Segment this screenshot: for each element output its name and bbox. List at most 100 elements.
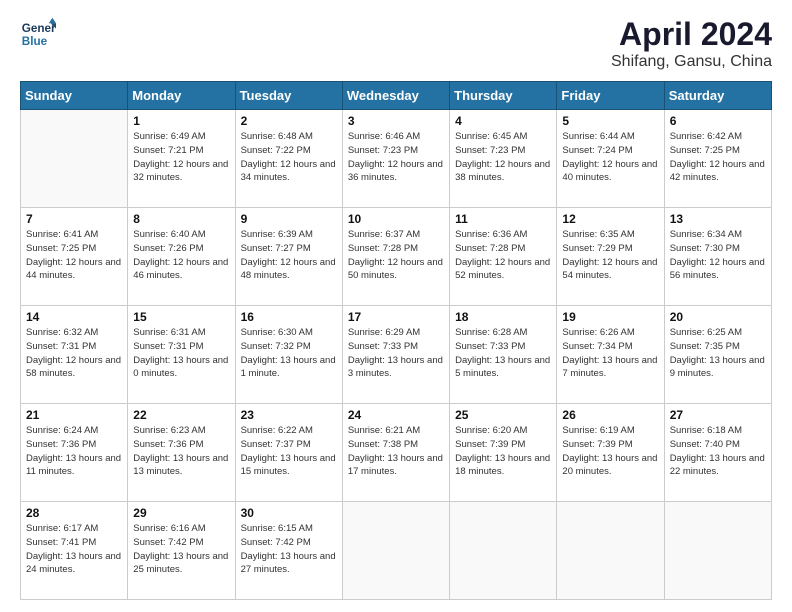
- day-info: Sunrise: 6:26 AM Sunset: 7:34 PM Dayligh…: [562, 326, 658, 381]
- calendar-week-5: 28 Sunrise: 6:17 AM Sunset: 7:41 PM Dayli…: [21, 502, 772, 600]
- day-number: 16: [241, 310, 337, 324]
- day-info: Sunrise: 6:24 AM Sunset: 7:36 PM Dayligh…: [26, 424, 122, 479]
- calendar-day: 8 Sunrise: 6:40 AM Sunset: 7:26 PM Daylig…: [128, 208, 235, 306]
- day-number: 24: [348, 408, 444, 422]
- calendar-day: 30 Sunrise: 6:15 AM Sunset: 7:42 PM Dayli…: [235, 502, 342, 600]
- day-header-tuesday: Tuesday: [235, 82, 342, 110]
- day-info: Sunrise: 6:44 AM Sunset: 7:24 PM Dayligh…: [562, 130, 658, 185]
- day-info: Sunrise: 6:34 AM Sunset: 7:30 PM Dayligh…: [670, 228, 766, 283]
- calendar-day: 21 Sunrise: 6:24 AM Sunset: 7:36 PM Dayli…: [21, 404, 128, 502]
- calendar-day: 7 Sunrise: 6:41 AM Sunset: 7:25 PM Daylig…: [21, 208, 128, 306]
- day-number: 12: [562, 212, 658, 226]
- day-info: Sunrise: 6:40 AM Sunset: 7:26 PM Dayligh…: [133, 228, 229, 283]
- day-number: 18: [455, 310, 551, 324]
- calendar-day: 16Sunrise: 6:30 AM Sunset: 7:32 PM Dayli…: [235, 306, 342, 404]
- calendar-week-2: 7 Sunrise: 6:41 AM Sunset: 7:25 PM Daylig…: [21, 208, 772, 306]
- day-number: 23: [241, 408, 337, 422]
- calendar-day: 22Sunrise: 6:23 AM Sunset: 7:36 PM Dayli…: [128, 404, 235, 502]
- day-number: 14: [26, 310, 122, 324]
- day-number: 19: [562, 310, 658, 324]
- day-info: Sunrise: 6:22 AM Sunset: 7:37 PM Dayligh…: [241, 424, 337, 479]
- day-info: Sunrise: 6:25 AM Sunset: 7:35 PM Dayligh…: [670, 326, 766, 381]
- calendar-week-4: 21 Sunrise: 6:24 AM Sunset: 7:36 PM Dayli…: [21, 404, 772, 502]
- day-number: 15: [133, 310, 229, 324]
- calendar-day: 19 Sunrise: 6:26 AM Sunset: 7:34 PM Dayli…: [557, 306, 664, 404]
- day-number: 8: [133, 212, 229, 226]
- day-number: 11: [455, 212, 551, 226]
- calendar-day: 20 Sunrise: 6:25 AM Sunset: 7:35 PM Dayli…: [664, 306, 771, 404]
- day-number: 17: [348, 310, 444, 324]
- day-number: 4: [455, 114, 551, 128]
- day-info: Sunrise: 6:17 AM Sunset: 7:41 PM Dayligh…: [26, 522, 122, 577]
- day-info: Sunrise: 6:41 AM Sunset: 7:25 PM Dayligh…: [26, 228, 122, 283]
- day-info: Sunrise: 6:18 AM Sunset: 7:40 PM Dayligh…: [670, 424, 766, 479]
- main-title: April 2024: [611, 16, 772, 53]
- calendar-day: [557, 502, 664, 600]
- calendar-header-row: SundayMondayTuesdayWednesdayThursdayFrid…: [21, 82, 772, 110]
- day-number: 21: [26, 408, 122, 422]
- day-info: Sunrise: 6:28 AM Sunset: 7:33 PM Dayligh…: [455, 326, 551, 381]
- day-info: Sunrise: 6:21 AM Sunset: 7:38 PM Dayligh…: [348, 424, 444, 479]
- day-header-saturday: Saturday: [664, 82, 771, 110]
- day-info: Sunrise: 6:31 AM Sunset: 7:31 PM Dayligh…: [133, 326, 229, 381]
- day-info: Sunrise: 6:46 AM Sunset: 7:23 PM Dayligh…: [348, 130, 444, 185]
- day-info: Sunrise: 6:16 AM Sunset: 7:42 PM Dayligh…: [133, 522, 229, 577]
- calendar-day: 24 Sunrise: 6:21 AM Sunset: 7:38 PM Dayli…: [342, 404, 449, 502]
- day-number: 20: [670, 310, 766, 324]
- calendar-day: 29 Sunrise: 6:16 AM Sunset: 7:42 PM Dayli…: [128, 502, 235, 600]
- calendar-day: 15 Sunrise: 6:31 AM Sunset: 7:31 PM Dayli…: [128, 306, 235, 404]
- day-info: Sunrise: 6:49 AM Sunset: 7:21 PM Dayligh…: [133, 130, 229, 185]
- calendar-day: 25 Sunrise: 6:20 AM Sunset: 7:39 PM Dayli…: [450, 404, 557, 502]
- calendar-day: 26Sunrise: 6:19 AM Sunset: 7:39 PM Dayli…: [557, 404, 664, 502]
- day-number: 6: [670, 114, 766, 128]
- day-info: Sunrise: 6:48 AM Sunset: 7:22 PM Dayligh…: [241, 130, 337, 185]
- day-info: Sunrise: 6:45 AM Sunset: 7:23 PM Dayligh…: [455, 130, 551, 185]
- calendar-day: 10 Sunrise: 6:37 AM Sunset: 7:28 PM Dayli…: [342, 208, 449, 306]
- day-info: Sunrise: 6:29 AM Sunset: 7:33 PM Dayligh…: [348, 326, 444, 381]
- calendar-day: 11 Sunrise: 6:36 AM Sunset: 7:28 PM Dayli…: [450, 208, 557, 306]
- day-number: 3: [348, 114, 444, 128]
- logo-icon: General Blue: [20, 16, 56, 52]
- day-header-sunday: Sunday: [21, 82, 128, 110]
- day-number: 25: [455, 408, 551, 422]
- calendar-day: 4 Sunrise: 6:45 AM Sunset: 7:23 PM Daylig…: [450, 110, 557, 208]
- calendar-week-1: 1 Sunrise: 6:49 AM Sunset: 7:21 PM Daylig…: [21, 110, 772, 208]
- day-info: Sunrise: 6:15 AM Sunset: 7:42 PM Dayligh…: [241, 522, 337, 577]
- day-header-wednesday: Wednesday: [342, 82, 449, 110]
- day-info: Sunrise: 6:36 AM Sunset: 7:28 PM Dayligh…: [455, 228, 551, 283]
- calendar-day: 14 Sunrise: 6:32 AM Sunset: 7:31 PM Dayli…: [21, 306, 128, 404]
- day-header-friday: Friday: [557, 82, 664, 110]
- calendar-day: [21, 110, 128, 208]
- calendar-day: [342, 502, 449, 600]
- calendar-week-3: 14 Sunrise: 6:32 AM Sunset: 7:31 PM Dayli…: [21, 306, 772, 404]
- day-info: Sunrise: 6:23 AM Sunset: 7:36 PM Dayligh…: [133, 424, 229, 479]
- calendar-day: 5 Sunrise: 6:44 AM Sunset: 7:24 PM Daylig…: [557, 110, 664, 208]
- calendar-day: 27 Sunrise: 6:18 AM Sunset: 7:40 PM Dayli…: [664, 404, 771, 502]
- calendar-day: [664, 502, 771, 600]
- day-header-thursday: Thursday: [450, 82, 557, 110]
- day-info: Sunrise: 6:39 AM Sunset: 7:27 PM Dayligh…: [241, 228, 337, 283]
- day-info: Sunrise: 6:37 AM Sunset: 7:28 PM Dayligh…: [348, 228, 444, 283]
- page: General Blue April 2024 Shifang, Gansu, …: [0, 0, 792, 612]
- day-number: 13: [670, 212, 766, 226]
- day-number: 29: [133, 506, 229, 520]
- day-number: 27: [670, 408, 766, 422]
- calendar-day: [450, 502, 557, 600]
- day-number: 28: [26, 506, 122, 520]
- logo: General Blue: [20, 16, 56, 52]
- calendar-day: 13 Sunrise: 6:34 AM Sunset: 7:30 PM Dayli…: [664, 208, 771, 306]
- day-number: 2: [241, 114, 337, 128]
- calendar-day: 9Sunrise: 6:39 AM Sunset: 7:27 PM Daylig…: [235, 208, 342, 306]
- day-info: Sunrise: 6:42 AM Sunset: 7:25 PM Dayligh…: [670, 130, 766, 185]
- calendar-day: 2 Sunrise: 6:48 AM Sunset: 7:22 PM Daylig…: [235, 110, 342, 208]
- day-number: 30: [241, 506, 337, 520]
- day-info: Sunrise: 6:32 AM Sunset: 7:31 PM Dayligh…: [26, 326, 122, 381]
- day-number: 10: [348, 212, 444, 226]
- day-info: Sunrise: 6:20 AM Sunset: 7:39 PM Dayligh…: [455, 424, 551, 479]
- day-number: 1: [133, 114, 229, 128]
- calendar-day: 12Sunrise: 6:35 AM Sunset: 7:29 PM Dayli…: [557, 208, 664, 306]
- day-number: 7: [26, 212, 122, 226]
- calendar-day: 23 Sunrise: 6:22 AM Sunset: 7:37 PM Dayli…: [235, 404, 342, 502]
- calendar-table: SundayMondayTuesdayWednesdayThursdayFrid…: [20, 81, 772, 600]
- day-number: 5: [562, 114, 658, 128]
